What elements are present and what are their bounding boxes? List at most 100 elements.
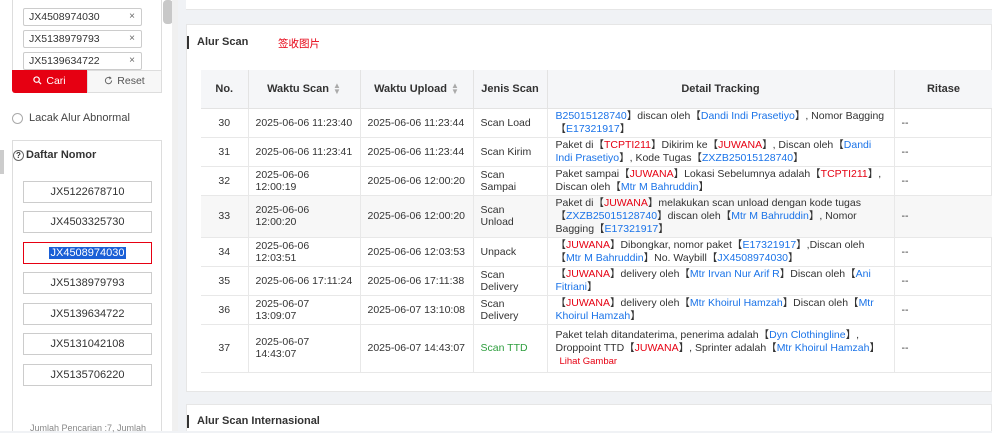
search-count-note: Jumlah Pencarian :7, Jumlah xyxy=(30,423,147,433)
waybill-link[interactable]: JX4508974030 xyxy=(717,252,788,264)
search-icon xyxy=(33,76,42,85)
column-header-label: Waktu Scan xyxy=(267,82,330,95)
radio-button[interactable] xyxy=(12,112,23,124)
detail-text: 】 xyxy=(630,309,641,322)
bagging-link[interactable]: E17321917 xyxy=(605,223,659,235)
task-code-link[interactable]: B25015128740 xyxy=(556,110,627,122)
detail-text: Paket telah ditandaterima, penerima adal… xyxy=(555,328,770,341)
location-text: JUWANA xyxy=(629,167,674,180)
list-item[interactable]: JX5138979793 xyxy=(23,272,152,294)
waybill-tag-label: JX4508974030 xyxy=(29,11,100,23)
waybill-tag: JX4508974030 × xyxy=(23,8,142,26)
detail-text: 】, Discan oleh【 xyxy=(762,138,844,151)
abnormal-flow-option[interactable]: Lacak Alur Abnormal xyxy=(12,112,130,124)
cell-detail: B25015128740】discan oleh【Dandi Indi Pras… xyxy=(547,108,895,138)
task-code-link[interactable]: ZXZB25015128740 xyxy=(566,210,657,222)
signature-photo-link[interactable]: 签收图片 xyxy=(278,36,320,51)
international-scan-card: Alur Scan Internasional xyxy=(186,404,992,431)
refresh-icon xyxy=(105,76,113,85)
sort-icon[interactable]: ▲ ▼ xyxy=(451,81,459,95)
list-item-label: JX5122678710 xyxy=(50,186,125,198)
detail-text: 】 xyxy=(869,341,880,354)
waybill-tag-input[interactable]: JX4508974030 × JX5138979793 × JX51396347… xyxy=(12,0,173,72)
column-header-detail: Detail Tracking xyxy=(547,70,895,109)
table-row: 37 2025-06-07 14:43:07 2025-06-07 14:43:… xyxy=(201,324,992,373)
cell-no: 36 xyxy=(201,295,249,325)
cell-upload-time: 2025-06-06 17:11:38 xyxy=(360,266,474,296)
cell-detail: Paket di【TCPTI211】Dikirim ke【JUWANA】, Di… xyxy=(547,137,895,167)
list-item-label: JX4508974030 xyxy=(49,247,126,259)
operator-link[interactable]: Dandi Indi Prasetiyo xyxy=(701,110,795,122)
detail-text: 】No. Waybill【 xyxy=(643,251,718,264)
cell-no: 33 xyxy=(201,195,249,238)
location-text: JUWANA xyxy=(566,296,610,309)
detail-text: 【 xyxy=(555,238,567,251)
remove-tag-icon[interactable]: × xyxy=(129,9,135,25)
cell-detail: Paket di【JUWANA】melakukan scan unload de… xyxy=(547,195,895,238)
list-item-label: JX4503325730 xyxy=(50,216,125,228)
list-item[interactable]: JX4503325730 xyxy=(23,211,152,233)
table-row: 30 2025-06-06 11:23:40 2025-06-06 11:23:… xyxy=(201,108,992,138)
table-row: 34 2025-06-06 12:03:51 2025-06-06 12:03:… xyxy=(201,237,992,267)
cell-no: 30 xyxy=(201,108,249,138)
reset-button[interactable]: Reset xyxy=(87,70,162,93)
detail-text: 】, Kode Tugas【 xyxy=(619,151,703,164)
detail-text: 】 xyxy=(587,280,598,293)
operator-link[interactable]: Mtr M Bahruddin xyxy=(731,210,809,222)
column-header-upload-time[interactable]: Waktu Upload ▲ ▼ xyxy=(360,70,474,109)
cell-scan-time: 2025-06-06 11:23:40 xyxy=(248,108,361,138)
collapse-handle[interactable] xyxy=(0,150,4,174)
number-list-panel: ? Daftar Nomor JX5122678710 JX4503325730 … xyxy=(12,140,162,431)
courier-link[interactable]: Mtr Khoirul Hamzah xyxy=(690,297,783,309)
list-item[interactable]: JX5131042108 xyxy=(23,333,152,355)
list-item-label: JX5135706220 xyxy=(50,369,125,381)
table-row: 31 2025-06-06 11:23:41 2025-06-06 11:23:… xyxy=(201,137,992,167)
operator-link[interactable]: Mtr M Bahruddin xyxy=(621,181,699,193)
column-header-label: Waktu Upload xyxy=(374,82,447,95)
list-item[interactable]: JX5135706220 xyxy=(23,364,152,386)
cell-scan-type: Scan Load xyxy=(473,108,548,138)
cell-scan-type: Scan Delivery xyxy=(473,295,548,325)
abnormal-flow-label: Lacak Alur Abnormal xyxy=(29,112,130,124)
cell-upload-time: 2025-06-07 14:43:07 xyxy=(360,324,474,373)
cell-scan-type: Scan Sampai xyxy=(473,166,548,196)
detail-text: 】delivery oleh【 xyxy=(609,296,690,309)
table-row: 35 2025-06-06 17:11:24 2025-06-06 17:11:… xyxy=(201,266,992,296)
sort-icon[interactable]: ▲ ▼ xyxy=(333,81,341,95)
cell-no: 37 xyxy=(201,324,249,373)
cell-no: 31 xyxy=(201,137,249,167)
detail-text: 】 xyxy=(793,151,804,164)
cell-ritase: -- xyxy=(894,108,992,138)
task-code-link[interactable]: ZXZB25015128740 xyxy=(702,152,793,164)
bagging-link[interactable]: E17321917 xyxy=(566,123,620,135)
detail-text: Paket di【 xyxy=(555,138,604,151)
operator-link[interactable]: Mtr M Bahruddin xyxy=(566,252,644,264)
table-row: 33 2025-06-06 12:00:20 2025-06-06 12:00:… xyxy=(201,195,992,238)
sidebar-scrollbar[interactable] xyxy=(172,0,178,431)
list-item-selected[interactable]: JX4508974030 xyxy=(23,242,152,264)
list-item[interactable]: JX5139634722 xyxy=(23,303,152,325)
cell-no: 34 xyxy=(201,237,249,267)
help-icon[interactable]: ? xyxy=(13,149,24,161)
detail-text: 】Lokasi Sebelumnya adalah【 xyxy=(673,167,821,180)
tracking-table: No. Waktu Scan ▲ ▼ Waktu Upload ▲ ▼ Jenis Sc… xyxy=(201,70,992,373)
courier-link[interactable]: Mtr Irvan Nur Arif R xyxy=(690,268,780,280)
receiver-link[interactable]: Dyn Clothingline xyxy=(769,329,845,341)
view-photo-link[interactable]: Lihat Gambar xyxy=(560,356,618,367)
search-button[interactable]: Cari xyxy=(12,70,87,93)
cell-ritase: -- xyxy=(894,295,992,325)
location-text: JUWANA xyxy=(603,196,648,209)
cell-no: 32 xyxy=(201,166,249,196)
remove-tag-icon[interactable]: × xyxy=(129,31,135,47)
remove-tag-icon[interactable]: × xyxy=(129,53,135,69)
cell-scan-time: 2025-06-07 13:09:07 xyxy=(248,295,361,325)
cell-detail: 【JUWANA】delivery oleh【Mtr Irvan Nur Arif… xyxy=(547,266,895,296)
courier-link[interactable]: Mtr Khoirul Hamzah xyxy=(777,342,870,354)
column-header-scan-time[interactable]: Waktu Scan ▲ ▼ xyxy=(248,70,361,109)
list-item[interactable]: JX5122678710 xyxy=(23,181,152,203)
cell-upload-time: 2025-06-07 13:10:08 xyxy=(360,295,474,325)
column-header-ritase: Ritase xyxy=(894,70,992,109)
bagging-link[interactable]: E17321917 xyxy=(742,239,796,251)
cell-scan-time: 2025-06-06 12:03:51 xyxy=(248,237,361,267)
cell-ritase: -- xyxy=(894,266,992,296)
